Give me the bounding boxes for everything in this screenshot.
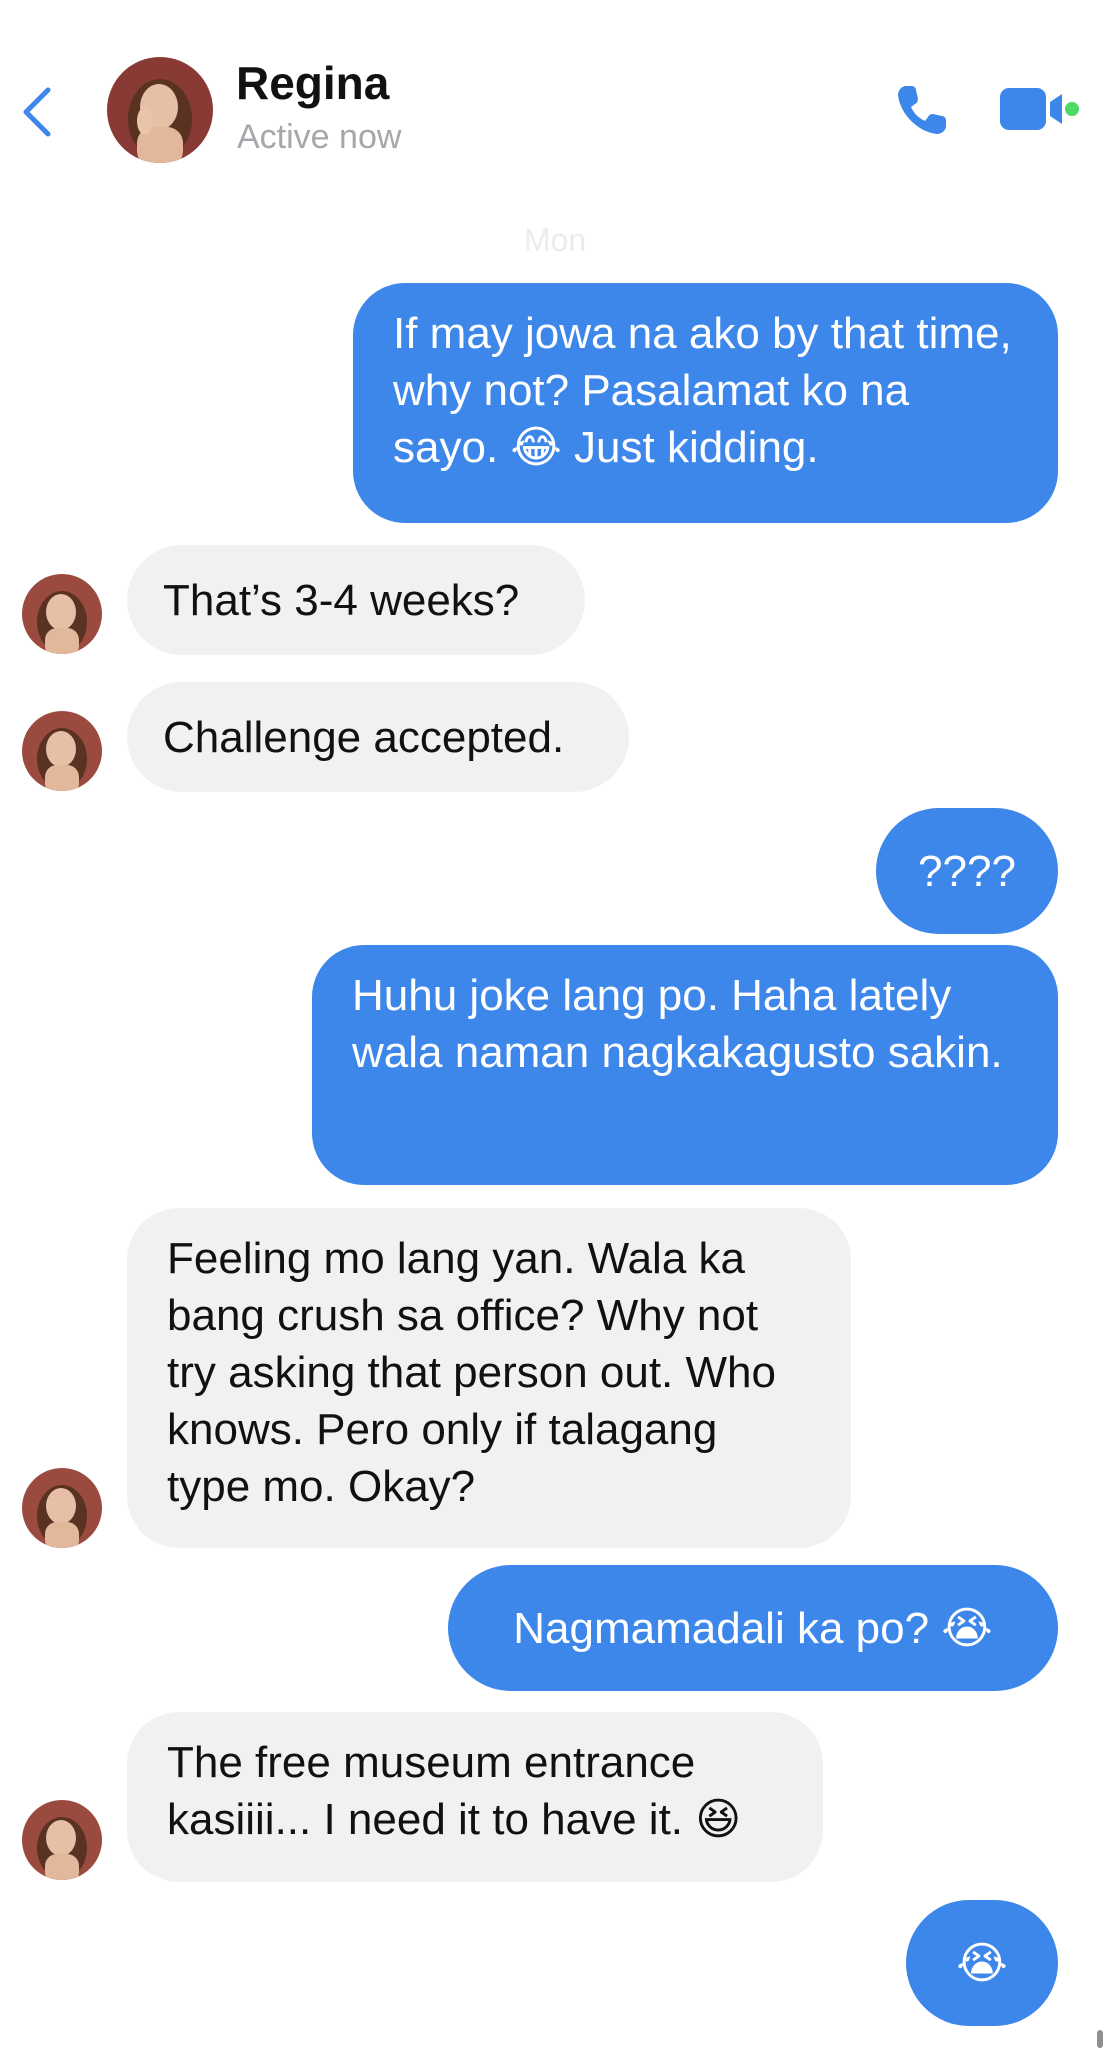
scroll-indicator[interactable]: [1097, 2030, 1103, 2048]
video-call-button[interactable]: [1000, 84, 1080, 134]
incoming-message[interactable]: Feeling mo lang yan. Wala ka bang crush …: [127, 1208, 851, 1548]
outgoing-message[interactable]: Huhu joke lang po. Haha lately wala nama…: [312, 945, 1058, 1185]
outgoing-message[interactable]: 😭: [906, 1900, 1058, 2026]
online-dot: [1065, 102, 1079, 116]
outgoing-message[interactable]: ????: [876, 808, 1058, 934]
voice-call-button[interactable]: [892, 80, 952, 140]
sender-avatar: [22, 711, 102, 791]
chat-header: Regina Active now: [0, 0, 1110, 200]
back-button[interactable]: [18, 82, 58, 142]
contact-name[interactable]: Regina: [236, 56, 389, 110]
active-status: Active now: [237, 118, 402, 156]
video-camera-icon: [1000, 88, 1079, 130]
phone-icon: [898, 86, 946, 134]
sender-avatar: [22, 1468, 102, 1548]
sender-avatar: [22, 574, 102, 654]
incoming-message[interactable]: Challenge accepted.: [127, 682, 629, 792]
chevron-left-icon: [23, 87, 51, 137]
incoming-message[interactable]: The free museum entrance kasiiii... I ne…: [127, 1712, 823, 1882]
outgoing-message[interactable]: Nagmamadali ka po? 😭: [448, 1565, 1058, 1691]
contact-avatar[interactable]: [107, 57, 213, 163]
incoming-message[interactable]: That’s 3-4 weeks?: [127, 545, 585, 655]
sender-avatar: [22, 1800, 102, 1880]
outgoing-message[interactable]: If may jowa na ako by that time, why not…: [353, 283, 1058, 523]
date-separator: Mon: [523, 222, 587, 258]
